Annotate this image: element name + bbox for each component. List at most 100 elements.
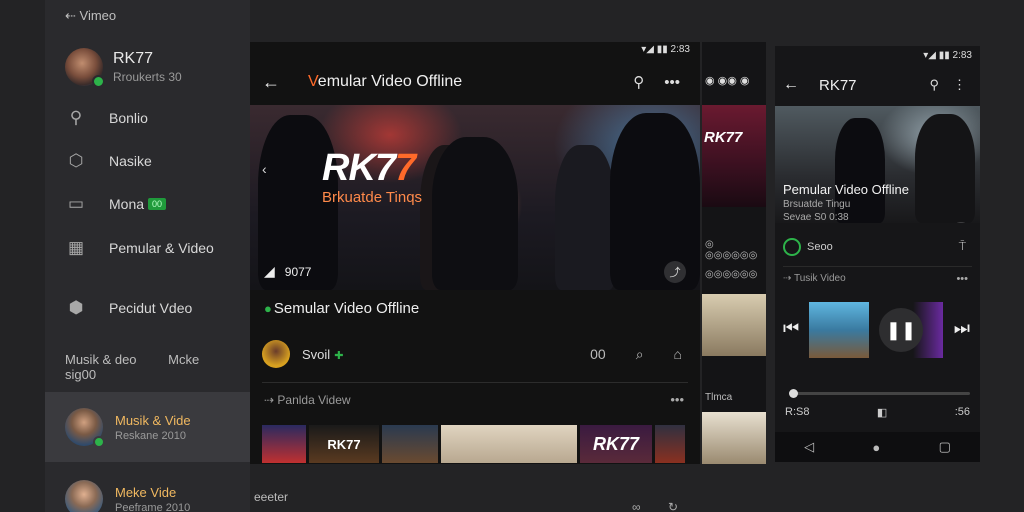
person-icon[interactable]: ⍑	[959, 239, 966, 254]
thumbnail[interactable]	[702, 412, 766, 464]
nav-back-icon[interactable]: ◁	[804, 439, 814, 455]
meta-line: ◎ ◎◎◎◎◎◎	[705, 239, 758, 261]
link-icon[interactable]: ∞	[632, 500, 641, 512]
share-icon[interactable]: ⌂	[674, 346, 682, 363]
skip-next-icon[interactable]: ⏭	[954, 318, 970, 339]
sidebar-tabs: Musik & deo Mcke sig00	[65, 352, 250, 382]
sidebar-item-label: Mona	[109, 196, 145, 212]
sidebar-item-mona[interactable]: ▭ Mona 00	[65, 193, 167, 215]
list-item-title: Meke Vide	[115, 484, 177, 500]
seek-bar[interactable]	[789, 389, 970, 398]
skip-previous-icon[interactable]: ⏮	[783, 318, 799, 339]
seek-bar-handle[interactable]	[789, 389, 798, 398]
chevron-left-icon[interactable]: ‹	[262, 161, 267, 177]
album-art[interactable]	[809, 302, 869, 358]
avatar	[783, 238, 801, 256]
pause-icon: ❚❚	[885, 319, 917, 340]
like-count[interactable]: 00	[590, 346, 606, 363]
sidebar-item-pecidut-vdeo[interactable]: ⬢ Pecidut Vdeo	[65, 297, 193, 319]
sidebar-title: Vimeo	[79, 8, 117, 23]
channel-row[interactable]: Seoo	[783, 238, 833, 256]
thumbnail[interactable]: RK77	[580, 425, 652, 463]
sidebar-item-pemular-video[interactable]: ▦ Pemular & Video	[65, 237, 214, 259]
video-title: ● Semular Video Offline	[264, 300, 420, 317]
search-icon[interactable]: ⚲	[633, 73, 644, 91]
video-subtitle: Brsuatde Tingu	[783, 199, 851, 210]
more-icon[interactable]: •••	[664, 74, 680, 91]
list-item[interactable]: Musik & Vide Reskane 2010	[45, 392, 250, 462]
channel-row: Svoil ✚ 00 ⌕ ⌂	[262, 340, 688, 368]
video-thumbnail[interactable]: RK77	[702, 105, 766, 207]
list-item-subtitle: Peeframe 2010	[115, 501, 191, 512]
sidebar-item-label: Bonlio	[109, 110, 148, 126]
sidebar-header[interactable]: ⇠ Vimeo	[65, 8, 116, 24]
live-icon: ●	[264, 301, 272, 316]
hero-title: RK77	[322, 147, 416, 189]
verified-icon: ✚	[334, 349, 344, 362]
status-bar: ▾◢ ▮▮ 2:83	[923, 50, 972, 61]
channel-name[interactable]: Svoil ✚	[302, 347, 343, 362]
divider	[783, 266, 972, 267]
playlist-icon: ⇢	[264, 393, 278, 407]
volume-icon[interactable]: ◧	[877, 406, 887, 419]
sidebar-item-bonlio[interactable]: ⚲ Bonlio	[65, 107, 148, 129]
thumbnail[interactable]	[382, 425, 438, 463]
video-meta: Sevae S0 0:38	[783, 212, 849, 223]
thumbnail[interactable]: RK77	[309, 425, 379, 463]
time-row: R:S8 ◧ :56	[785, 406, 970, 419]
back-arrow-icon[interactable]: ⇠	[65, 8, 80, 23]
back-arrow-icon[interactable]: ←	[783, 76, 803, 94]
thumbnail[interactable]	[441, 425, 577, 463]
online-dot-icon	[93, 436, 105, 448]
folder-icon: ⬡	[68, 151, 84, 170]
pause-button[interactable]: ❚❚	[879, 308, 923, 352]
library-icon: ▦	[67, 238, 85, 257]
thumbnail-row: RK77 RK77	[262, 425, 688, 463]
profile[interactable]: RK77 Rroukerts 30	[65, 48, 182, 88]
page-title: Vemular Video Offline	[308, 73, 463, 90]
avatar	[65, 408, 105, 448]
back-arrow-icon[interactable]: ←	[262, 72, 286, 93]
screen: ⇠ Vimeo RK77 Rroukerts 30 ⚲ Bonlio ⬡ Nas…	[0, 0, 1024, 512]
meta-line: ◎◎◎◎◎◎	[705, 269, 758, 280]
status-bar: ▾◢ ▮▮ 2:83	[641, 44, 690, 55]
new-badge: 00	[148, 198, 167, 210]
section-title: ⇢ Tusik Video	[783, 273, 846, 284]
profile-subtitle: Rroukerts 30	[113, 70, 182, 84]
thumbnail[interactable]	[655, 425, 685, 463]
thumbnail[interactable]	[702, 294, 766, 356]
time-elapsed: R:S8	[785, 406, 810, 418]
sidebar-item-nasike[interactable]: ⬡ Nasike	[65, 150, 152, 172]
avatar	[65, 48, 105, 88]
more-icon[interactable]: •••	[670, 392, 684, 407]
performer-silhouette	[610, 113, 700, 290]
search-icon[interactable]: ⚲	[929, 77, 939, 93]
more-icon[interactable]: •••	[956, 273, 968, 285]
nav-recents-icon[interactable]: ▢	[939, 439, 951, 455]
tab-musik-deo[interactable]: Musik & deo	[65, 352, 137, 367]
comment-icon[interactable]: ⌕	[636, 346, 644, 363]
page-title: RK77	[819, 76, 857, 94]
list-item[interactable]: Meke Vide Peeframe 2010	[45, 464, 250, 512]
profile-name: RK77	[113, 50, 154, 67]
share-icon[interactable]: ⤴	[664, 261, 686, 283]
refresh-icon[interactable]: ↻	[668, 500, 678, 512]
more-icon[interactable]: ⋮	[953, 77, 966, 93]
video-player[interactable]: ‹ RK77 Brkuatde Tinqs ◢ 9077 ⤴	[250, 105, 700, 290]
avatar[interactable]	[262, 340, 290, 368]
search-icon: ⚲	[69, 108, 83, 127]
nav-home-icon[interactable]: ●	[872, 440, 880, 455]
list-icon: ▭	[67, 194, 85, 213]
app-bar: ← Vemular Video Offline ⚲ •••	[250, 62, 700, 102]
sidebar-item-label: Pemular & Video	[109, 240, 214, 256]
thumbnail[interactable]	[262, 425, 306, 463]
avatar	[65, 480, 103, 512]
video-title: Pemular Video Offline	[783, 182, 909, 197]
list-item-title: Musik & Vide	[115, 412, 191, 428]
bottom-label: eeeter	[254, 490, 289, 504]
time-total: :56	[954, 406, 970, 418]
sidebar-item-label: Nasike	[109, 153, 152, 169]
hero-label: ◢ 9077	[264, 263, 312, 279]
channel-name: Seoo	[807, 241, 833, 253]
playlist-icon: ⇢	[783, 273, 794, 284]
